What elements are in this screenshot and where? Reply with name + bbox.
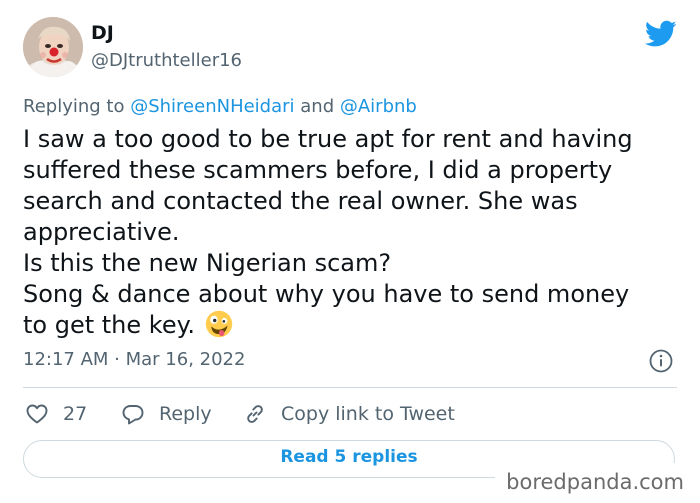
replying-to-and: and — [294, 96, 340, 117]
user-handle[interactable]: @DJtruthteller16 — [91, 50, 242, 72]
heart-icon — [26, 404, 48, 424]
link-icon — [247, 405, 263, 423]
avatar-image — [23, 17, 83, 77]
display-name[interactable]: DJ — [91, 21, 114, 45]
reply-bubble-icon — [122, 405, 144, 425]
zany-face-emoji — [205, 310, 232, 338]
replying-to-prefix: Replying to — [23, 96, 131, 117]
tweet-text-line: appreciative. — [23, 218, 180, 246]
reply-label: Reply — [159, 403, 212, 425]
info-icon[interactable] — [649, 349, 673, 373]
like-button[interactable]: 27 — [25, 400, 87, 428]
tweet-text: I saw a too good to be true apt for rent… — [23, 124, 683, 341]
replying-to: Replying to @ShireenNHeidari and @Airbnb — [23, 96, 417, 118]
avatar[interactable] — [23, 17, 83, 77]
watermark: boredpanda.com — [495, 463, 700, 503]
tweet-text-line: Is this the new Nigerian scam? — [23, 249, 392, 277]
mention-link[interactable]: @ShireenNHeidari — [130, 96, 294, 117]
tweet-text-line: Song & dance about why you have to send … — [23, 280, 630, 308]
copy-link-button[interactable]: Copy link to Tweet — [243, 400, 455, 428]
tweet-text-line: search and contacted the real owner. She… — [23, 187, 578, 215]
tweet-text-line: suffered these scammers before, I did a … — [23, 156, 613, 184]
timestamp[interactable]: 12:17 AM · Mar 16, 2022 — [23, 348, 245, 372]
mention-link[interactable]: @Airbnb — [340, 96, 417, 117]
tweet-card: DJ @DJtruthteller16 Replying to @Shireen… — [0, 0, 700, 503]
copy-link-label: Copy link to Tweet — [281, 403, 455, 425]
like-count: 27 — [63, 403, 88, 425]
tweet-text-last-line: to get the key. — [23, 310, 683, 341]
divider — [23, 387, 677, 388]
twitter-bird-icon[interactable] — [645, 20, 677, 48]
watermark-text: boredpanda.com — [506, 470, 684, 494]
tweet-text-line: to get the key. — [23, 311, 195, 339]
tweet-text-line: I saw a too good to be true apt for rent… — [23, 125, 633, 153]
reply-button[interactable]: Reply — [121, 400, 212, 428]
